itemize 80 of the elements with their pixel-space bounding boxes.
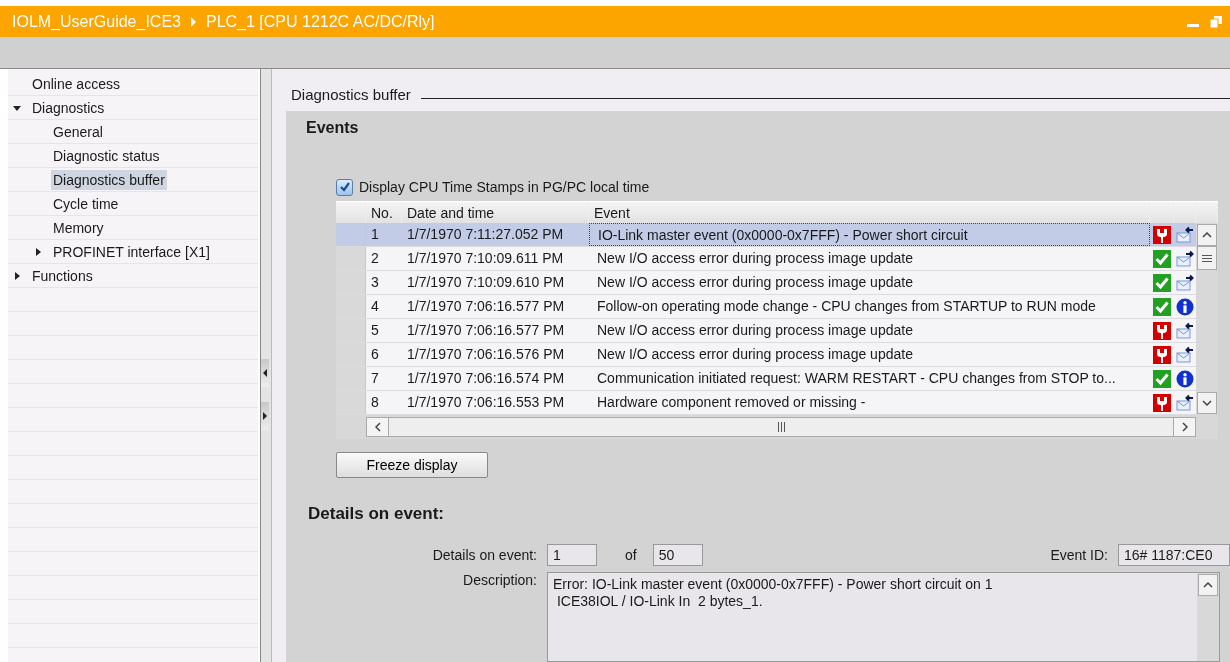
- tree-item[interactable]: Functions: [30, 265, 95, 286]
- table-row[interactable]: 2 1/7/1970 7:10:09.611 PM New I/O access error during process image update: [336, 247, 1196, 271]
- tree-item[interactable]: Diagnostics: [30, 97, 107, 118]
- table-cell-text: 7: [370, 369, 380, 388]
- table-cell-text: 1/7/1970 7:06:16.576 PM: [406, 345, 566, 364]
- tree-item[interactable]: General: [51, 121, 105, 142]
- caret-left-icon: [374, 422, 381, 432]
- table-row[interactable]: 8 1/7/1970 7:06:16.553 PM Hardware component removed or missing -: [336, 391, 1196, 415]
- expand-right-button[interactable]: [261, 402, 269, 430]
- table-cell-text: 2: [370, 249, 380, 268]
- table-cell-text: 1/7/1970 7:06:16.577 PM: [406, 321, 566, 340]
- caret-right-icon: [263, 412, 267, 420]
- description-text: Error: IO-Link master event (0x0000-0x7FFF) - Power short circuit on 1 ICE38IOL / IO-Link In 2 bytes_1.: [552, 575, 994, 611]
- tree-item[interactable]: Diagnostic status: [51, 145, 162, 166]
- tree-item[interactable]: Diagnostics buffer: [51, 169, 167, 190]
- tree-item[interactable]: Memory: [51, 217, 106, 238]
- scroll-right-button[interactable]: [1173, 418, 1195, 436]
- event-count-field[interactable]: 50: [652, 544, 703, 566]
- table-cell-text: Communication initiated request: WARM RESTART - CPU changes from STOP to...: [596, 369, 1117, 388]
- device-title: PLC_1 [CPU 1212C AC/DC/Rly]: [205, 12, 435, 31]
- field-label: Event ID:: [1050, 547, 1108, 563]
- caret-up-icon: [1203, 582, 1213, 588]
- breadcrumb-arrow-icon: [189, 16, 197, 27]
- table-cell-text: 3: [370, 273, 380, 292]
- table-cell-text: Follow-on operating mode change - CPU changes from STARTUP to RUN mode: [596, 297, 1097, 316]
- freeze-display-button[interactable]: Freeze display: [336, 452, 488, 478]
- table-row[interactable]: 1 1/7/1970 7:11:27.052 PM IO-Link master event (0x0000-0x7FFF) - Power short circuit: [336, 223, 1196, 247]
- table-row[interactable]: 6 1/7/1970 7:06:16.576 PM New I/O access error during process image update: [336, 343, 1196, 367]
- restore-icon[interactable]: [1210, 15, 1222, 28]
- field-label: of: [625, 547, 637, 563]
- table-cell-text: New I/O access error during process image update: [596, 249, 914, 268]
- tree-item[interactable]: Online access: [30, 73, 122, 94]
- checkbox[interactable]: [336, 178, 353, 196]
- caret-up-icon: [1202, 232, 1212, 238]
- scroll-up-button[interactable]: [1198, 574, 1218, 596]
- scroll-up-button[interactable]: [1197, 224, 1217, 246]
- scrollbar-thumb[interactable]: [1197, 246, 1217, 270]
- section-title: Details on event:: [308, 504, 446, 524]
- project-title: IOLM_UserGuide_ICE3: [12, 12, 181, 31]
- scroll-down-button[interactable]: [1197, 392, 1217, 414]
- event-id-field[interactable]: 16# 1187:CE0: [1118, 544, 1230, 566]
- grip-icon: [1202, 254, 1212, 262]
- scroll-left-button[interactable]: [367, 418, 389, 436]
- expander-arrow-icon[interactable]: [12, 270, 22, 281]
- table-cell-text: 4: [370, 297, 380, 316]
- table-row[interactable]: 3 1/7/1970 7:10:09.610 PM New I/O access error during process image update: [336, 271, 1196, 295]
- table-row[interactable]: 5 1/7/1970 7:06:16.577 PM New I/O access error during process image update: [336, 319, 1196, 343]
- table-row[interactable]: 4 1/7/1970 7:06:16.577 PM Follow-on operating mode change - CPU changes from STARTUP to RUN mode: [336, 295, 1196, 319]
- tree-item[interactable]: PROFINET interface [X1]: [51, 241, 212, 262]
- table-cell: IO-Link master event (0x0000-0x7FFF) - Power short circuit: [589, 223, 1150, 246]
- tree-item[interactable]: Cycle time: [51, 193, 121, 214]
- table-cell-text: 5: [370, 321, 380, 340]
- collapse-left-button[interactable]: [261, 359, 269, 387]
- table-cell-text: 1/7/1970 7:10:09.610 PM: [406, 273, 566, 292]
- checkbox-label: Display CPU Time Stamps in PG/PC local time: [359, 179, 650, 195]
- field-label: Details on event:: [431, 547, 537, 563]
- caret-right-icon: [1181, 422, 1188, 432]
- table-cell-text: New I/O access error during process image update: [596, 321, 914, 340]
- table-cell-text: New I/O access error during process image update: [596, 273, 914, 292]
- table-cell-text: 1/7/1970 7:06:16.577 PM: [406, 297, 566, 316]
- grip-icon: [777, 422, 785, 432]
- table-cell-text: 8: [370, 393, 380, 412]
- section-title: Events: [306, 119, 360, 138]
- field-label: Description:: [462, 572, 537, 588]
- table-row[interactable]: 7 1/7/1970 7:06:16.574 PM Communication initiated request: WARM RESTART - CPU changes from STOP to...: [336, 367, 1196, 391]
- table-cell-text: 1/7/1970 7:06:16.553 PM: [406, 393, 566, 412]
- page-title: Diagnostics buffer: [291, 86, 411, 103]
- description-field[interactable]: Error: IO-Link master event (0x0000-0x7FFF) - Power short circuit on 1 ICE38IOL / IO-Link In 2 bytes_1.: [547, 572, 1220, 662]
- caret-down-icon: [1202, 400, 1212, 406]
- caret-left-icon: [263, 369, 267, 377]
- vertical-scrollbar[interactable]: [1196, 223, 1218, 415]
- table-cell-text: Hardware component removed or missing -: [596, 393, 867, 412]
- event-number-field[interactable]: 1: [547, 544, 597, 566]
- table-cell-text: New I/O access error during process image update: [596, 345, 914, 364]
- table-cell-text: 6: [370, 345, 380, 364]
- table-cell-text: 1/7/1970 7:10:09.611 PM: [406, 249, 565, 268]
- expander-arrow-icon[interactable]: [33, 246, 43, 257]
- table-cell-text: 1: [370, 225, 380, 244]
- table-cell-text: 1/7/1970 7:06:16.574 PM: [406, 369, 566, 388]
- table-cell-text: 1/7/1970 7:11:27.052 PM: [406, 225, 565, 244]
